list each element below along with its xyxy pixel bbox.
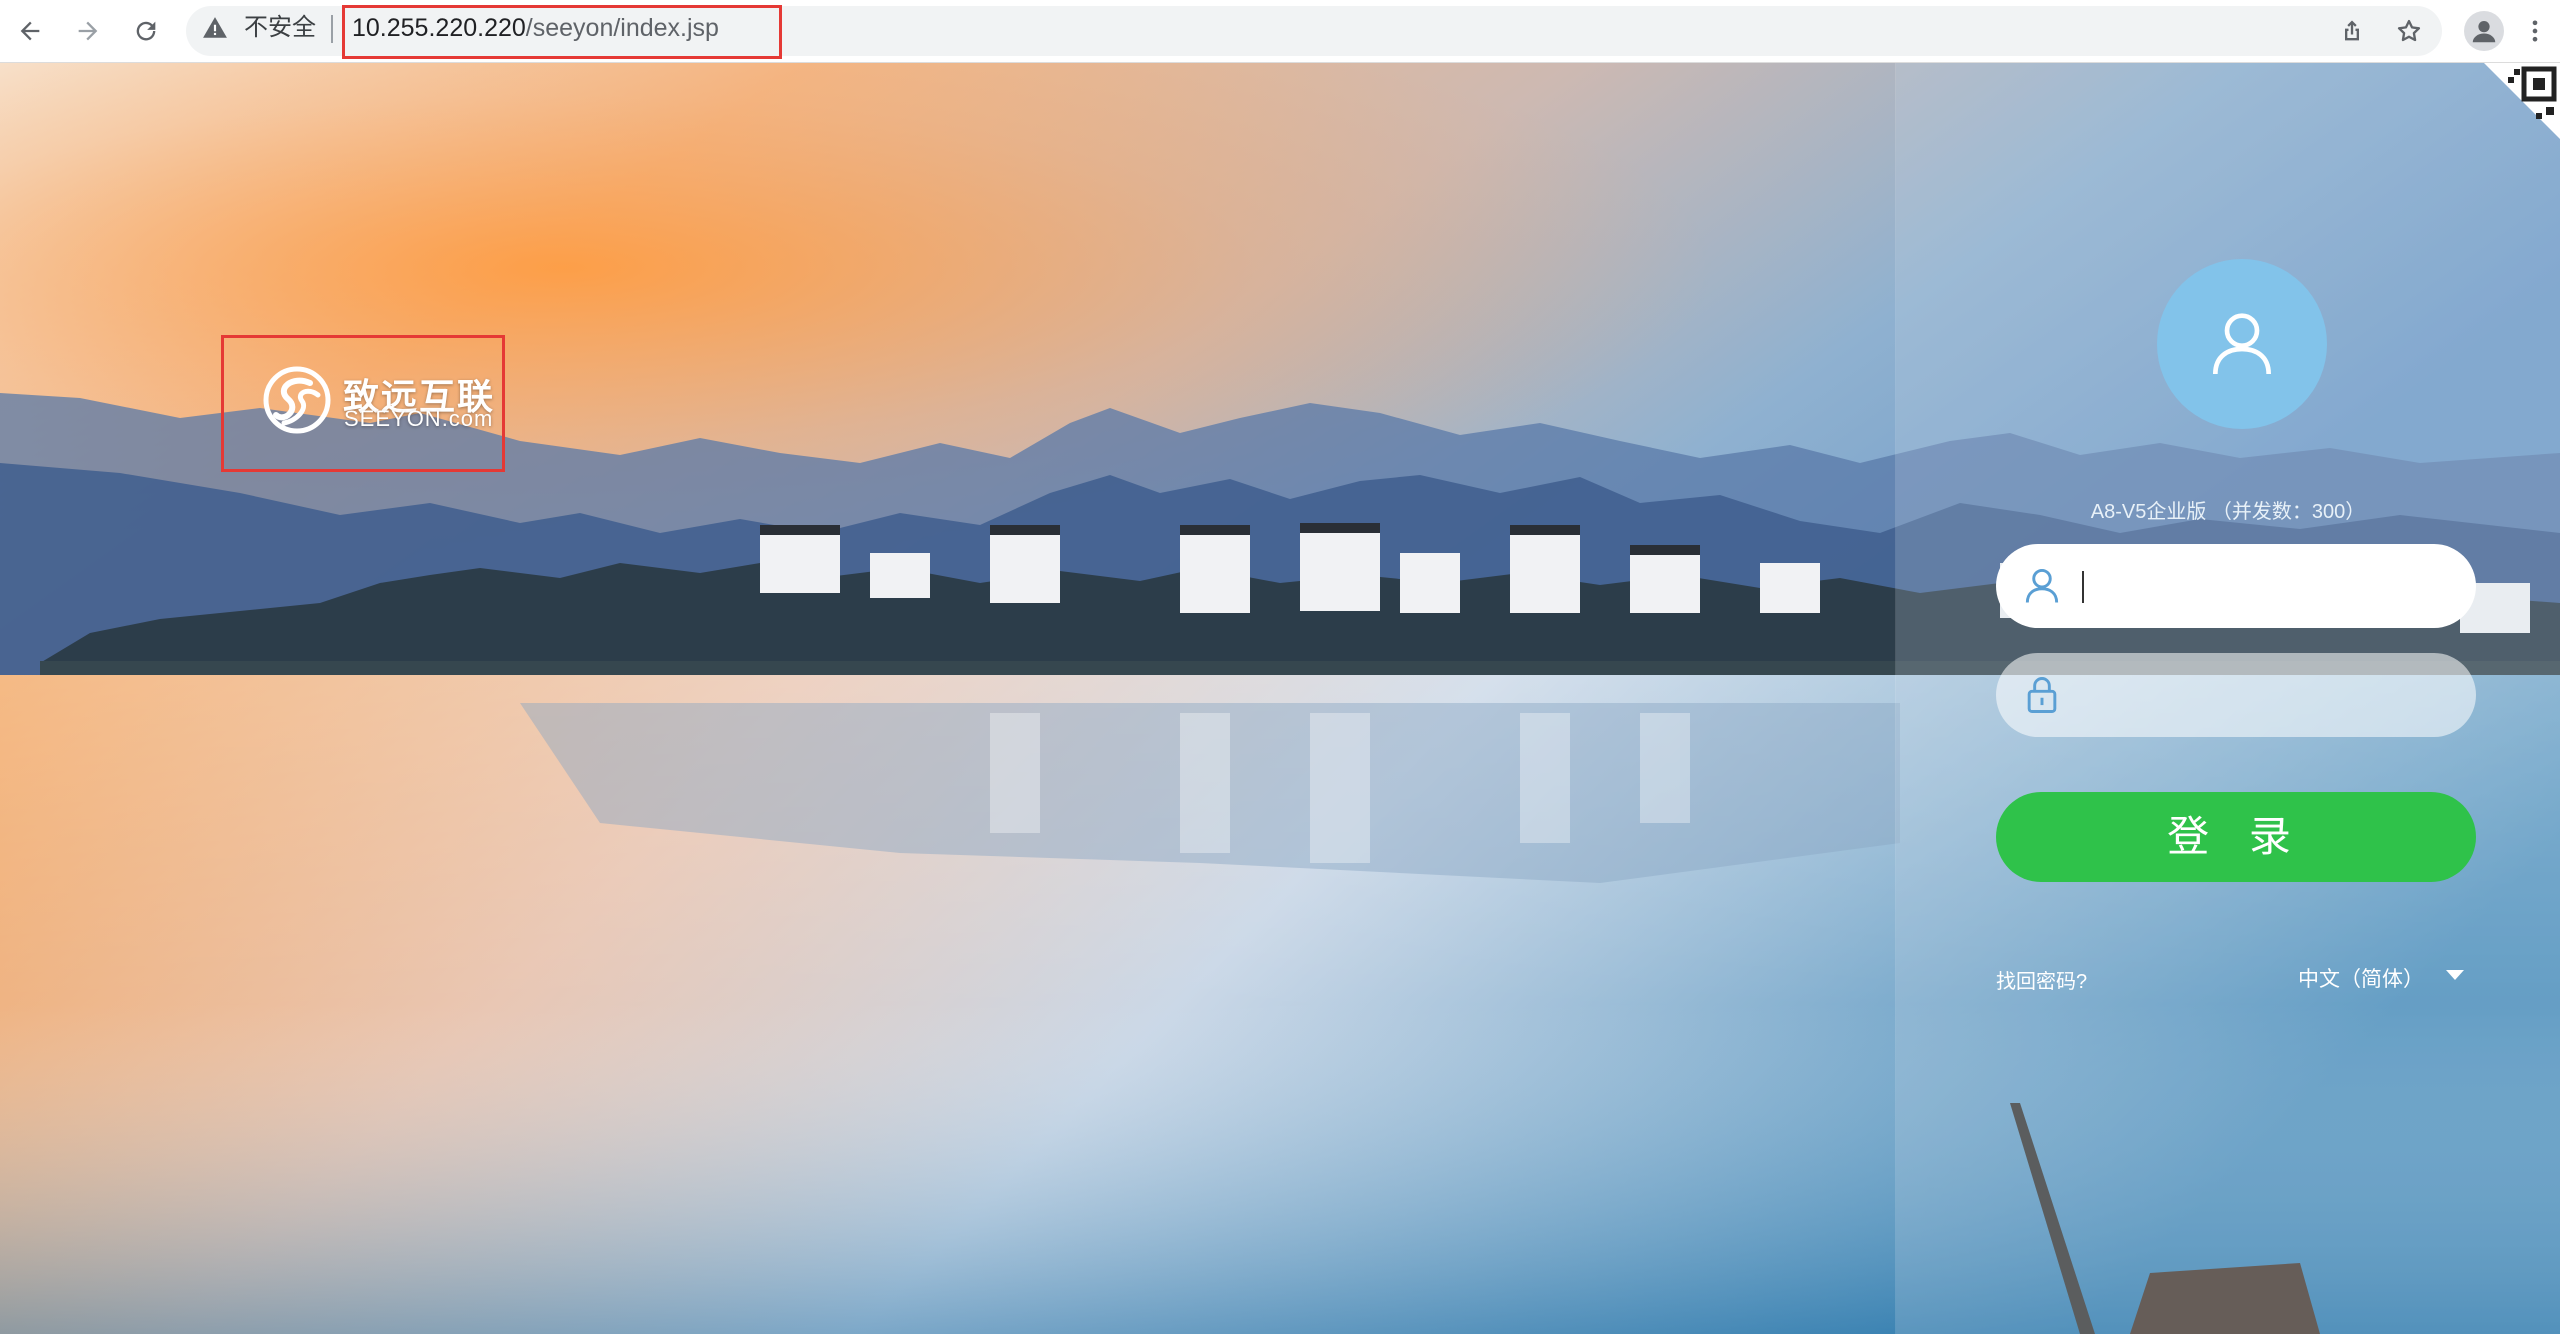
more-icon[interactable] xyxy=(2517,13,2553,49)
login-button[interactable]: 登 录 xyxy=(1996,792,2476,882)
user-avatar-icon xyxy=(2213,313,2271,375)
seeyon-logo-icon xyxy=(263,366,331,434)
password-input[interactable] xyxy=(2078,670,2452,722)
text-cursor xyxy=(2082,571,2084,603)
security-label[interactable]: 不安全 xyxy=(244,13,316,43)
lock-icon xyxy=(2027,677,2057,713)
language-select[interactable]: 中文（简体） xyxy=(2298,963,2424,993)
address-divider xyxy=(331,15,333,43)
forgot-password-link[interactable]: 找回密码? xyxy=(1996,965,2087,994)
reload-icon[interactable] xyxy=(128,13,164,49)
browser-toolbar: 不安全 10.255.220.220/seeyon/index.jsp xyxy=(0,0,2560,63)
warning-icon[interactable] xyxy=(202,15,228,41)
avatar xyxy=(2157,259,2327,429)
profile-icon[interactable] xyxy=(2464,11,2504,51)
chevron-down-icon[interactable] xyxy=(2446,970,2464,980)
user-icon xyxy=(2025,568,2059,603)
share-icon[interactable] xyxy=(2334,13,2370,49)
url-highlight-box xyxy=(342,5,782,59)
username-field[interactable] xyxy=(1996,544,2476,628)
username-input[interactable] xyxy=(2078,561,2452,613)
brand-domain: SEEYON.com xyxy=(344,406,494,431)
forward-arrow-icon[interactable] xyxy=(70,13,106,49)
back-arrow-icon[interactable] xyxy=(12,13,48,49)
product-version: A8-V5企业版 （并发数：300） xyxy=(2090,501,2366,523)
password-field[interactable] xyxy=(1996,653,2476,737)
login-page: 致远互联 SEEYON.com A8-V5企业版 （并发数：300） 登 录 找… xyxy=(0,63,2560,1334)
qr-code-corner-icon[interactable] xyxy=(2484,63,2560,139)
star-icon[interactable] xyxy=(2391,13,2427,49)
